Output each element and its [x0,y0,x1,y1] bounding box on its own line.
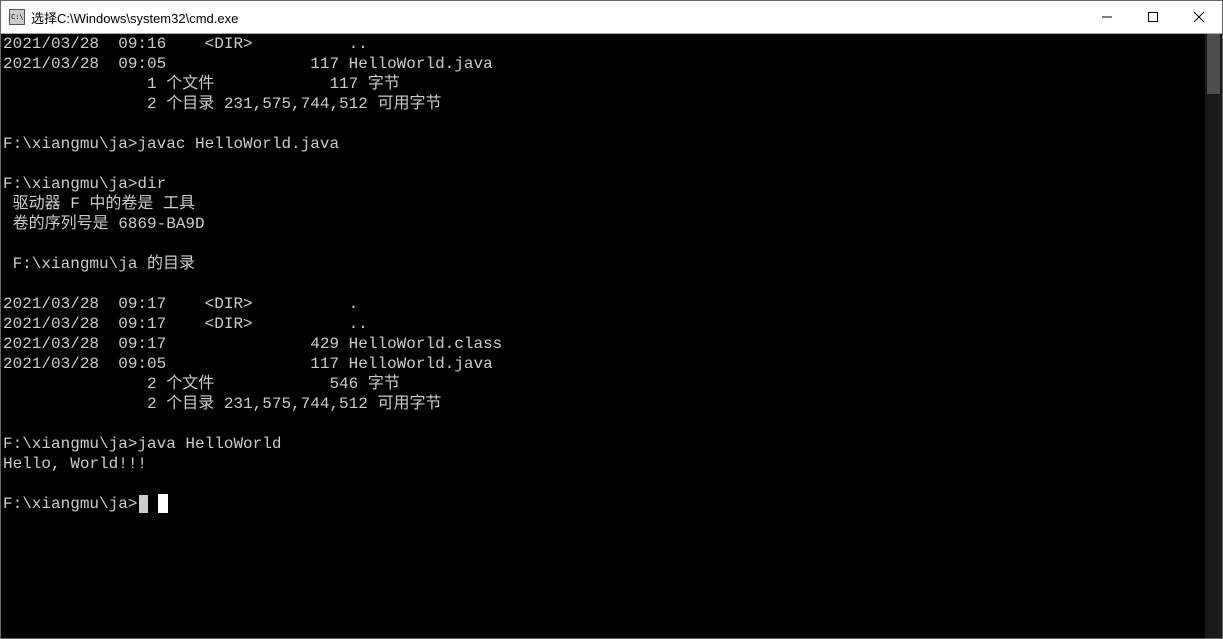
terminal-output[interactable]: 2021/03/28 09:16 <DIR> .. 2021/03/28 09:… [1,34,1205,638]
serial-line: 卷的序列号是 6869-BA9D [3,215,205,233]
directory-of-line: F:\xiangmu\ja 的目录 [3,255,195,273]
cmd-window: 选择C:\Windows\system32\cmd.exe 2021/03/28… [0,0,1223,639]
vertical-scrollbar[interactable] [1205,34,1222,638]
dir-line: 2021/03/28 09:17 429 HelloWorld.class [3,335,502,353]
volume-line: 驱动器 F 中的卷是 工具 [3,195,195,213]
prompt-line: F:\xiangmu\ja>java HelloWorld [3,435,281,453]
dir-summary-dirs: 2 个目录 231,575,744,512 可用字节 [3,95,441,113]
prompt-line: F:\xiangmu\ja>javac HelloWorld.java [3,135,339,153]
cmd-icon [9,9,25,25]
dir-summary-files: 2 个文件 546 字节 [3,375,400,393]
titlebar[interactable]: 选择C:\Windows\system32\cmd.exe [1,1,1222,34]
dir-line: 2021/03/28 09:17 <DIR> . [3,295,358,313]
text-cursor [139,495,148,513]
program-output: Hello, World!!! [3,455,147,473]
client-area: 2021/03/28 09:16 <DIR> .. 2021/03/28 09:… [1,34,1222,638]
dir-line: 2021/03/28 09:16 <DIR> .. [3,35,368,53]
dir-line: 2021/03/28 09:05 117 HelloWorld.java [3,355,493,373]
current-prompt[interactable]: F:\xiangmu\ja> [3,495,137,513]
maximize-button[interactable] [1130,1,1176,33]
window-title: 选择C:\Windows\system32\cmd.exe [31,8,238,27]
dir-summary-dirs: 2 个目录 231,575,744,512 可用字节 [3,395,441,413]
dir-line: 2021/03/28 09:05 117 HelloWorld.java [3,55,493,73]
close-button[interactable] [1176,1,1222,33]
selection-block [158,494,168,513]
minimize-button[interactable] [1084,1,1130,33]
prompt-line: F:\xiangmu\ja>dir [3,175,166,193]
dir-line: 2021/03/28 09:17 <DIR> .. [3,315,368,333]
dir-summary-files: 1 个文件 117 字节 [3,75,400,93]
scrollbar-thumb[interactable] [1207,34,1220,94]
